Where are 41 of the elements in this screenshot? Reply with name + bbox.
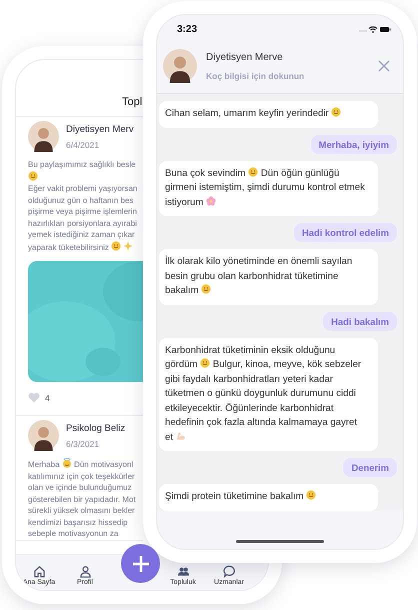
incoming-message: Buna çok sevindim Dün öğün günlüğü girmeni istemiştim, şimdi durumu kontrol etmek istiyorum [159, 160, 378, 216]
close-button[interactable] [377, 59, 391, 73]
avatar-icon [28, 420, 59, 451]
smiley-icon [111, 240, 122, 250]
like-count: 4 [45, 392, 50, 402]
post-text: Bu paylaşımımız sağlıklı besle Eğer vakit problemi yaşıyorsan olduğunuz gün o haftanın bes pişirme veya pişirme işlemlerin hazırlıkları porsiyonlara ayırabi yemek istediğiniz zaman çıkar yaparak tüketebilirsiniz [28, 159, 138, 253]
avatar-icon [163, 49, 197, 83]
chat-bubble-icon [222, 565, 236, 578]
smiley-icon [200, 358, 210, 368]
incoming-message: Şimdi protein tüketimine bakalım [159, 484, 378, 510]
author-name: Psikolog Beliz [66, 422, 126, 434]
status-icons [359, 25, 391, 33]
author-name: Diyetisyen Merv [66, 124, 134, 134]
coach-name: Diyetisyen Merve [206, 52, 284, 62]
post-date: 6/4/2021 [66, 140, 100, 150]
smiley-icon [331, 107, 342, 117]
plus-icon [130, 554, 150, 574]
outgoing-message: Hadi kontrol edelim [294, 223, 397, 242]
flexed-arm-icon [176, 430, 186, 440]
post-text: Merhaba Dün motivasyonl katılımınız için çok teşekkürler olan ve içinde bulunduğumuz gösterebilen bir yapıdadır. Mot sürekli yüksek olmasını bekler kendimizi başarısız hissedip sebeple motivasyonun za [28, 458, 137, 540]
heart-icon[interactable] [28, 392, 40, 403]
smiley-icon [201, 284, 212, 294]
close-icon [377, 59, 391, 73]
smiley-icon [306, 490, 316, 500]
incoming-message: Karbonhidrat tüketiminin eksik olduğunu gördüm Bulgur, kinoa, meyve, kök sebzeler gibi faydalı karbonhidratları yeteri kadar tüketmen o günkü doygunluk durumunu ciddi etkileyecektir. Öğünlerinde karbonhidrat hedefinin çok fazla altında kalmamaya gayret et [159, 338, 378, 451]
incoming-message: Cihan selam, umarım keyfin yerindedir [159, 101, 378, 128]
outgoing-message: Hadi bakalım [323, 312, 397, 330]
avatar-icon [28, 121, 59, 152]
post-date: 6/3/2021 [66, 438, 100, 448]
status-time: 3:23 [177, 24, 198, 34]
people-icon [176, 565, 190, 578]
outgoing-message: Denerim [343, 458, 397, 477]
outgoing-message: Merhaba, iyiyim [310, 134, 397, 154]
home-icon [32, 565, 46, 578]
halo-smiley-icon [62, 458, 72, 468]
smiley-icon [248, 166, 258, 176]
smiley-icon [28, 170, 38, 180]
sparkle-icon [123, 240, 134, 250]
incoming-message: İlk olarak kilo yönetiminde en önemli sayılan besin grubu olan karbonhidrat tüketimine bakalım [159, 249, 378, 304]
flower-icon [206, 196, 216, 206]
profile-icon [78, 565, 92, 578]
